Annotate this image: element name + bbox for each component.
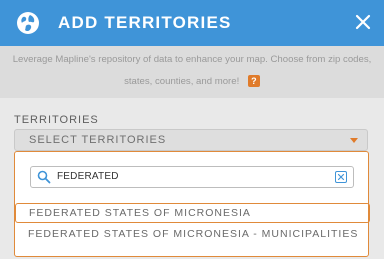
modal-title: ADD TERRITORIES bbox=[58, 13, 232, 32]
option-federated-states-of-micronesia-municipalities[interactable]: FEDERATED STATES OF MICRONESIA - MUNICIP… bbox=[15, 225, 370, 245]
description-line-1: Leverage Mapline's repository of data to… bbox=[12, 54, 372, 65]
option-federated-states-of-micronesia[interactable]: FEDERATED STATES OF MICRONESIA bbox=[15, 203, 370, 223]
modal-description: Leverage Mapline's repository of data to… bbox=[0, 46, 384, 98]
search-box bbox=[30, 166, 354, 188]
clear-icon[interactable] bbox=[335, 171, 347, 183]
search-icon bbox=[37, 170, 51, 184]
select-placeholder: SELECT TERRITORIES bbox=[29, 134, 167, 146]
globe-icon bbox=[17, 12, 39, 34]
add-territories-modal: ADD TERRITORIES Leverage Mapline's repos… bbox=[0, 0, 384, 259]
territory-select[interactable]: SELECT TERRITORIES bbox=[14, 129, 368, 151]
territory-dropdown: FEDERATED STATES OF MICRONESIA FEDERATED… bbox=[14, 151, 370, 257]
close-icon[interactable] bbox=[354, 13, 372, 31]
modal-header: ADD TERRITORIES bbox=[0, 0, 384, 46]
description-line-2: states, counties, and more! bbox=[124, 76, 240, 87]
caret-down-icon bbox=[350, 138, 358, 143]
help-icon[interactable]: ? bbox=[247, 75, 260, 88]
territories-label: TERRITORIES bbox=[14, 114, 99, 126]
search-input[interactable] bbox=[57, 171, 327, 182]
